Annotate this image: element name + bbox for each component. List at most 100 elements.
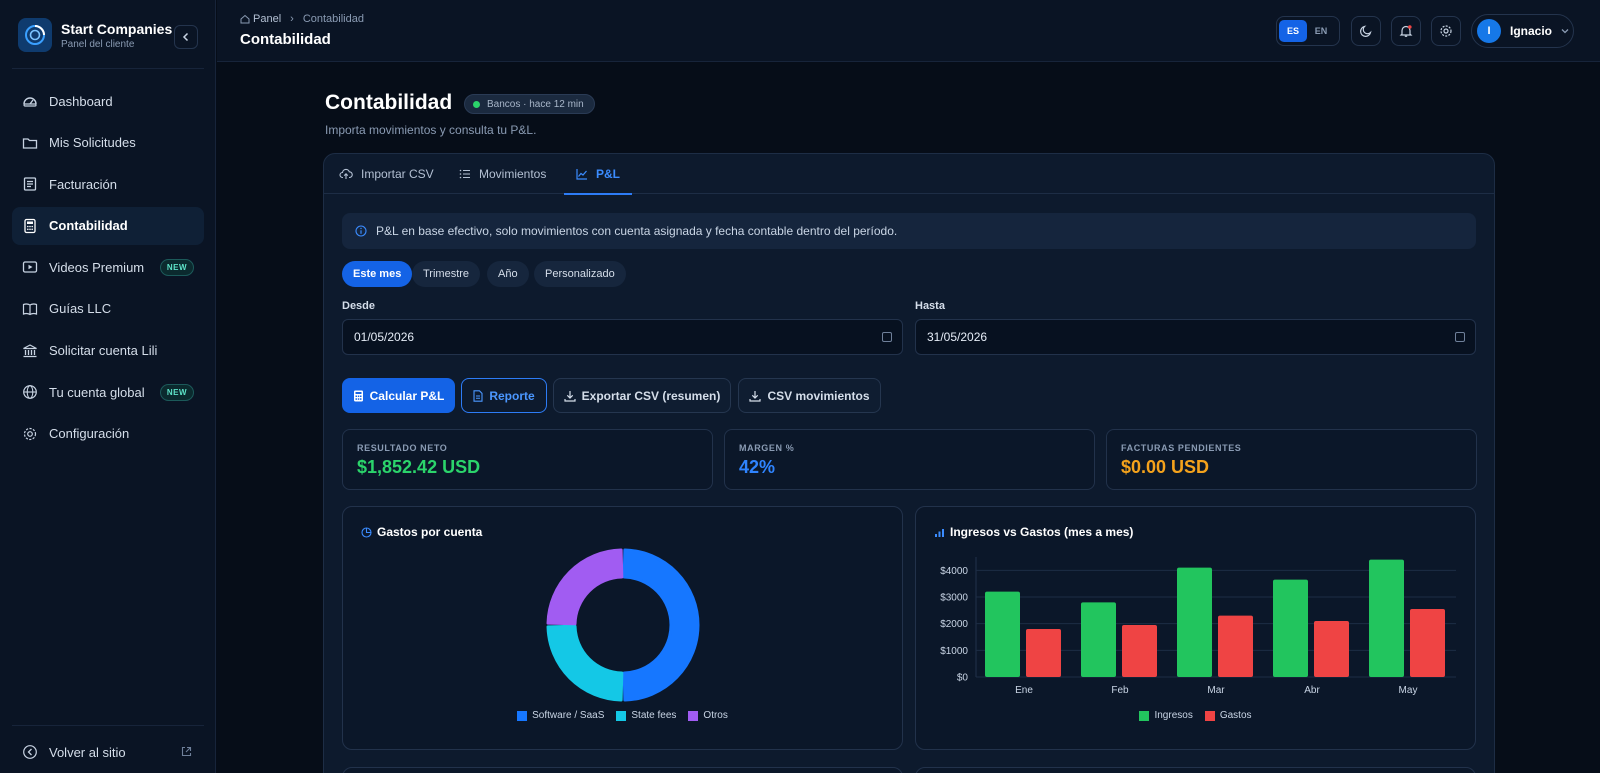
- avatar: I: [1477, 19, 1501, 43]
- bar[interactable]: [1273, 579, 1308, 677]
- bar[interactable]: [1122, 625, 1157, 677]
- calendar-icon[interactable]: [1455, 332, 1465, 342]
- info-icon: [355, 225, 367, 237]
- video-icon: [22, 259, 38, 275]
- brand-title: Start Companies: [61, 20, 173, 37]
- lang-es-button[interactable]: ES: [1279, 20, 1307, 42]
- user-menu[interactable]: I Ignacio: [1471, 14, 1574, 48]
- calendar-icon[interactable]: [882, 332, 892, 342]
- globe-icon: [22, 384, 38, 400]
- tab-importar-csv[interactable]: Importar CSV: [339, 154, 434, 194]
- period-ano[interactable]: Año: [487, 261, 529, 287]
- legend-label: Gastos: [1219, 710, 1252, 721]
- bar[interactable]: [1177, 567, 1212, 677]
- sidebar-item-solicitudes[interactable]: Mis Solicitudes: [12, 124, 204, 162]
- sidebar-item-label: Configuración: [49, 426, 130, 442]
- bar[interactable]: [1218, 615, 1253, 677]
- y-tick-label: $3000: [940, 593, 968, 604]
- from-date-value: 01/05/2026: [354, 330, 415, 344]
- sidebar-item-facturacion[interactable]: Facturación: [12, 165, 204, 203]
- to-date-value: 31/05/2026: [927, 330, 988, 344]
- csv-movements-button[interactable]: CSV movimientos: [738, 378, 881, 413]
- brand[interactable]: Start Companies Panel del cliente: [18, 18, 172, 52]
- sidebar-item-dashboard[interactable]: Dashboard: [12, 82, 204, 120]
- page-title: Contabilidad: [325, 91, 453, 114]
- period-este-mes[interactable]: Este mes: [342, 261, 413, 287]
- gear-icon: [22, 426, 38, 442]
- line-chart-icon: [576, 168, 588, 180]
- sidebar-item-cuenta-lili[interactable]: Solicitar cuenta Lili: [12, 332, 204, 370]
- from-date-input[interactable]: 01/05/2026: [342, 319, 903, 355]
- donut-chart: [546, 548, 700, 702]
- x-tick-label: May: [1399, 685, 1418, 696]
- bar[interactable]: [1314, 621, 1349, 677]
- x-tick-label: Mar: [1207, 685, 1225, 696]
- chart-card-placeholder: [915, 767, 1476, 773]
- legend-swatch: [1139, 710, 1150, 721]
- tab-label: P&L: [596, 167, 620, 181]
- collapse-sidebar-button[interactable]: [174, 25, 198, 49]
- invoice-icon: [22, 176, 38, 192]
- dashboard-icon: [22, 93, 38, 109]
- sidebar-item-label: Dashboard: [49, 93, 113, 109]
- chevron-right-icon: ›: [290, 13, 294, 25]
- brand-logo: [18, 18, 52, 52]
- breadcrumb: Panel › Contabilidad: [240, 13, 364, 25]
- brand-subtitle: Panel del cliente: [61, 38, 135, 50]
- bar[interactable]: [1081, 602, 1116, 677]
- back-to-site-label: Volver al sitio: [49, 744, 126, 760]
- bell-icon: [1399, 25, 1413, 37]
- tab-pl[interactable]: P&L: [564, 154, 632, 195]
- bar[interactable]: [1410, 609, 1445, 677]
- tabs: Importar CSV Movimientos P&L: [324, 154, 1494, 195]
- lang-en-button[interactable]: EN: [1307, 20, 1335, 42]
- donut-slice[interactable]: [546, 548, 624, 626]
- legend-swatch: [616, 710, 627, 721]
- sidebar-item-label: Facturación: [49, 176, 117, 192]
- topbar-title: Contabilidad: [240, 31, 331, 48]
- sidebar-item-contabilidad[interactable]: Contabilidad: [12, 206, 204, 245]
- bar[interactable]: [1369, 559, 1404, 677]
- sidebar-item-videos[interactable]: Videos Premium NEW: [12, 248, 204, 286]
- bar[interactable]: [985, 591, 1020, 677]
- tab-movimientos[interactable]: Movimientos: [459, 154, 546, 194]
- sidebar-item-cuenta-global[interactable]: Tu cuenta global NEW: [12, 373, 204, 411]
- y-tick-label: $1000: [940, 646, 968, 657]
- chevron-down-icon: [1561, 29, 1569, 34]
- breadcrumb-current: Contabilidad: [302, 13, 364, 25]
- export-csv-summary-button[interactable]: Exportar CSV (resumen): [553, 378, 731, 413]
- sidebar-item-guias[interactable]: Guías LLC: [12, 290, 204, 328]
- x-tick-label: Ene: [1015, 685, 1033, 696]
- report-button[interactable]: Reporte: [461, 378, 547, 413]
- back-to-site-link[interactable]: Volver al sitio: [12, 737, 204, 767]
- notifications-button[interactable]: [1391, 16, 1421, 46]
- legend-label: Software / SaaS: [532, 710, 605, 721]
- kpi-net-result: RESULTADO NETO $1,852.42 USD: [342, 429, 713, 490]
- user-name: Ignacio: [1510, 24, 1553, 38]
- legend-label: Otros: [703, 710, 728, 721]
- chart-card-placeholder: [342, 767, 903, 773]
- document-icon: [473, 389, 483, 402]
- download-icon: [564, 390, 576, 402]
- sidebar-item-configuracion[interactable]: Configuración: [12, 415, 204, 453]
- settings-button[interactable]: [1431, 16, 1461, 46]
- donut-slice[interactable]: [546, 624, 624, 702]
- gear-icon: [1440, 25, 1452, 37]
- bar[interactable]: [1026, 629, 1061, 677]
- kpi-pending-invoices: FACTURAS PENDIENTES $0.00 USD: [1106, 429, 1477, 490]
- period-trimestre[interactable]: Trimestre: [412, 261, 481, 287]
- donut-slice[interactable]: [622, 548, 700, 702]
- breadcrumb-home-link[interactable]: Panel: [253, 13, 281, 25]
- y-tick-label: $4000: [940, 566, 968, 577]
- theme-toggle-button[interactable]: [1351, 16, 1381, 46]
- status-badge: Bancos · hace 12 min: [464, 94, 595, 114]
- sidebar-nav: Dashboard Mis Solicitudes Facturación Co…: [12, 82, 204, 456]
- x-tick-label: Feb: [1111, 685, 1129, 696]
- period-personalizado[interactable]: Personalizado: [534, 261, 626, 287]
- cloud-upload-icon: [339, 167, 353, 181]
- kpi-value: $1,852.42 USD: [357, 457, 481, 477]
- language-switcher: ES EN: [1276, 16, 1340, 46]
- calculate-pl-button[interactable]: Calcular P&L: [342, 378, 455, 413]
- to-date-input[interactable]: 31/05/2026: [915, 319, 1476, 355]
- sidebar-item-label: Tu cuenta global: [49, 384, 145, 400]
